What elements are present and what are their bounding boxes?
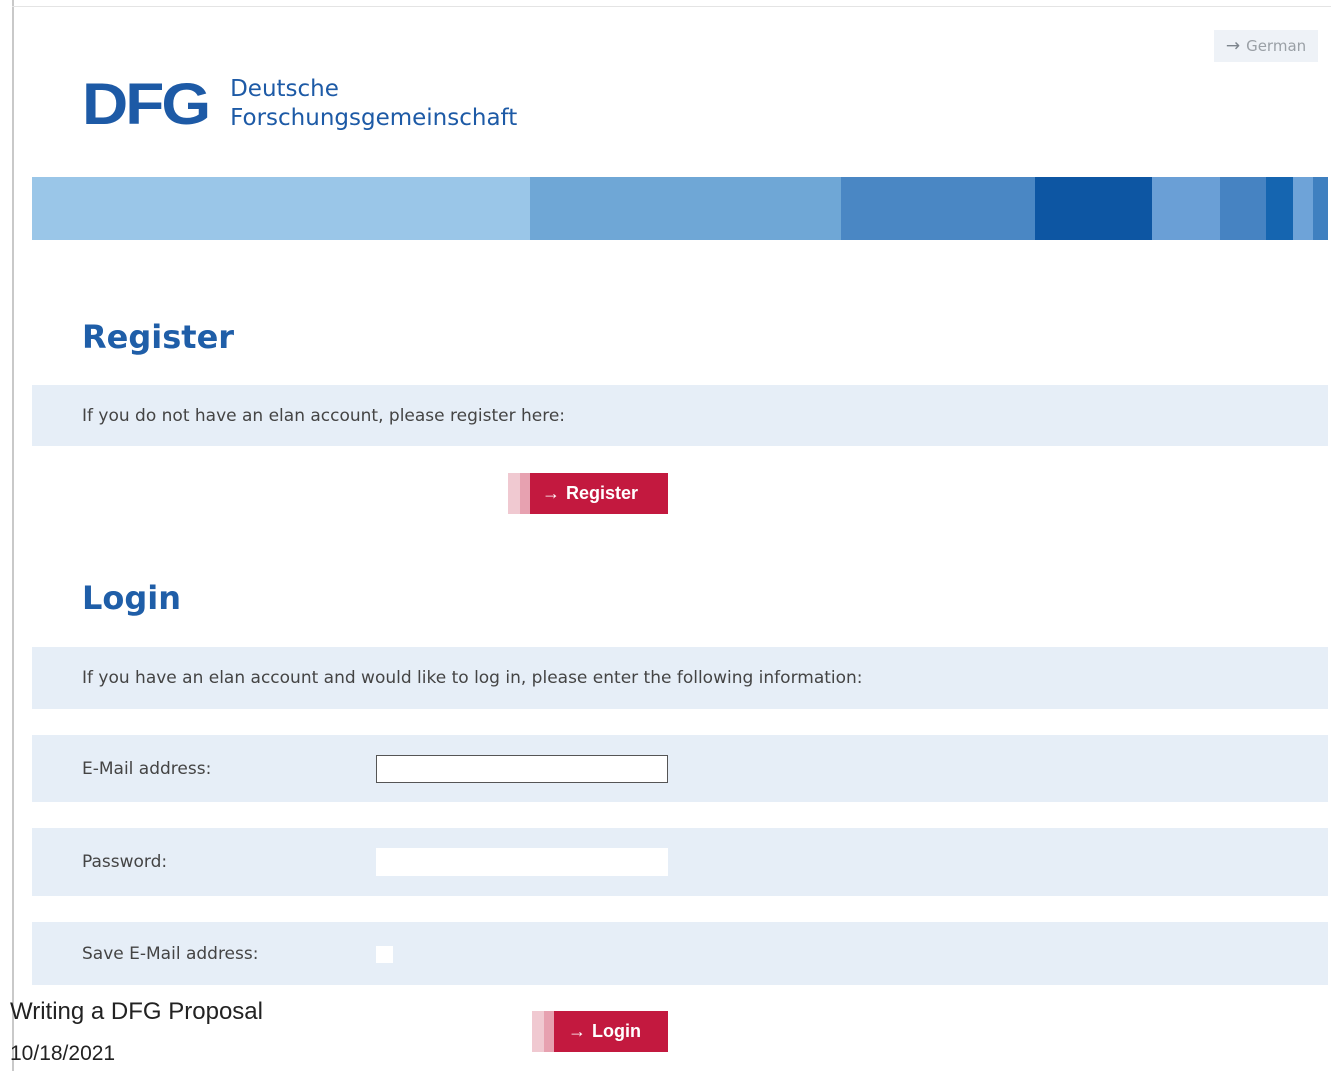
footer-title: Writing a DFG Proposal [10, 998, 263, 1025]
register-button[interactable]: → Register [508, 473, 668, 514]
banner-segment-3 [841, 177, 1035, 240]
login-info-bar: If you have an elan account and would li… [32, 647, 1328, 709]
banner-segment-1 [32, 177, 530, 240]
arrow-right-icon: → [568, 1021, 586, 1041]
login-title: Login [82, 579, 182, 617]
button-stripe [508, 473, 520, 514]
arrow-right-icon: → [1225, 36, 1241, 56]
save-email-row: Save E-Mail address: [32, 922, 1328, 985]
footer-date: 10/18/2021 [10, 1042, 116, 1065]
banner-segment-2 [530, 177, 841, 240]
button-stripe [532, 1011, 544, 1052]
register-title: Register [82, 318, 235, 356]
email-label: E-Mail address: [82, 758, 212, 779]
banner-segment-8 [1293, 177, 1313, 240]
login-button-body: → Login [554, 1011, 668, 1052]
logo-text-line2: Forschungsgemeinschaft [230, 105, 518, 131]
banner-segment-5 [1152, 177, 1220, 240]
logo-mark: DFG [82, 70, 211, 138]
register-info-bar: If you do not have an elan account, plea… [32, 385, 1328, 446]
register-button-label: Register [566, 483, 639, 503]
banner-segment-4 [1035, 177, 1152, 240]
email-row: E-Mail address: [32, 735, 1328, 802]
password-label: Password: [82, 852, 168, 872]
save-email-checkbox[interactable] [376, 946, 393, 963]
register-info-text: If you do not have an elan account, plea… [82, 405, 566, 426]
dfg-logo: DFG Deutsche Forschungsgemeinschaft [82, 72, 517, 136]
login-button-label: Login [592, 1021, 641, 1041]
password-field[interactable] [376, 848, 668, 876]
arrow-right-icon: → [542, 483, 560, 503]
page-frame-left [12, 0, 14, 1071]
language-switch-label: German [1246, 37, 1307, 55]
button-stripe [544, 1011, 554, 1052]
save-email-label: Save E-Mail address: [82, 943, 259, 964]
button-stripe [520, 473, 530, 514]
logo-text-line1: Deutsche [230, 76, 339, 102]
banner-segment-6 [1220, 177, 1266, 240]
logo-text: Deutsche Forschungsgemeinschaft [230, 75, 517, 133]
password-row: Password: [32, 828, 1328, 896]
email-field[interactable] [376, 755, 668, 783]
banner-segment-7 [1266, 177, 1293, 240]
login-button[interactable]: → Login [532, 1011, 668, 1052]
register-button-body: → Register [530, 473, 668, 514]
login-info-text: If you have an elan account and would li… [82, 668, 863, 688]
header-banner [32, 177, 1328, 240]
page-frame-top [12, 6, 1331, 7]
banner-segment-9 [1313, 177, 1328, 240]
language-switch-link[interactable]: → German [1214, 30, 1318, 62]
